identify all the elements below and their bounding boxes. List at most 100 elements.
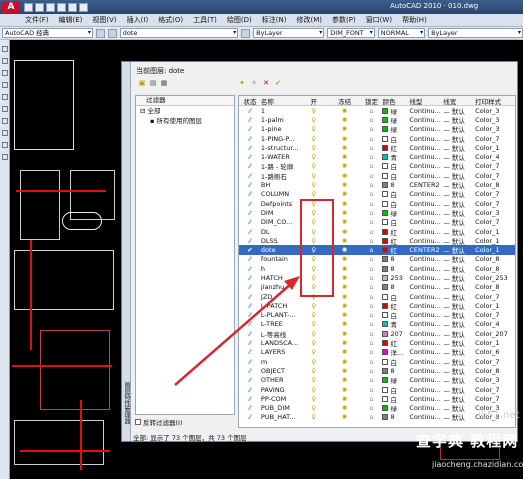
unlock-icon[interactable]: ⌂ bbox=[361, 274, 383, 282]
sun-icon[interactable]: ✺ bbox=[329, 181, 361, 189]
layer-name[interactable]: LANDSCA... bbox=[261, 339, 299, 347]
layer-linetype[interactable]: Continu... bbox=[409, 330, 443, 338]
layer-linetype[interactable]: Continu... bbox=[409, 153, 443, 161]
menu-item-11[interactable]: 帮助(H) bbox=[399, 15, 430, 25]
layer-plot-style[interactable]: Color_1 bbox=[475, 228, 515, 236]
sun-icon[interactable]: ✺ bbox=[329, 116, 361, 124]
layer-color[interactable]: 207 bbox=[382, 330, 409, 338]
new-file-icon[interactable] bbox=[24, 2, 33, 12]
layer-name[interactable]: 1-PING-P... bbox=[261, 135, 299, 143]
unlock-icon[interactable]: ⌂ bbox=[361, 125, 383, 133]
layer-manager-icon[interactable] bbox=[107, 28, 117, 38]
layer-row[interactable]: ⁄⁄ 1 ♀ ✺ ⌂ 绿 Continu... — 默认 Color_3 bbox=[239, 106, 515, 116]
lightbulb-icon[interactable]: ♀ bbox=[299, 162, 329, 170]
layer-row[interactable]: ✔ dote ♀ ✺ ⌂ 红 CENTER2— 默认 Color_1 bbox=[239, 245, 515, 255]
layer-color[interactable]: 8 bbox=[382, 283, 409, 291]
unlock-icon[interactable]: ⌂ bbox=[361, 358, 383, 366]
menu-item-8[interactable]: 修改(M) bbox=[293, 15, 325, 25]
lightbulb-icon[interactable]: ♀ bbox=[299, 339, 329, 347]
layer-linetype[interactable]: Continu... bbox=[409, 274, 443, 282]
new-layer-icon[interactable]: ✦ bbox=[238, 79, 246, 87]
layer-linetype[interactable]: Continu... bbox=[409, 265, 443, 273]
layer-name[interactable]: 1-路侧石 bbox=[261, 171, 299, 181]
sun-icon[interactable]: ✺ bbox=[329, 172, 361, 180]
layer-plot-style[interactable]: Color_7 bbox=[475, 200, 515, 208]
unlock-icon[interactable]: ⌂ bbox=[361, 311, 383, 319]
layer-linetype[interactable]: Continu... bbox=[409, 144, 443, 152]
unlock-icon[interactable]: ⌂ bbox=[361, 330, 383, 338]
state-manager-icon[interactable]: ▦ bbox=[160, 79, 168, 87]
invert-filter-checkbox[interactable] bbox=[135, 419, 141, 425]
lightbulb-icon[interactable]: ♀ bbox=[299, 330, 329, 338]
layer-linetype[interactable]: Continu... bbox=[409, 228, 443, 236]
layer-name[interactable]: OBJECT bbox=[261, 367, 299, 375]
sun-icon[interactable]: ✺ bbox=[329, 144, 361, 152]
layer-plot-style[interactable]: Color_8 bbox=[475, 283, 515, 291]
layer-linetype[interactable]: Continu... bbox=[409, 348, 443, 356]
rectangle-tool-icon[interactable] bbox=[2, 82, 8, 88]
lightbulb-icon[interactable]: ♀ bbox=[299, 395, 329, 403]
lightbulb-icon[interactable]: ♀ bbox=[299, 320, 329, 328]
menu-item-7[interactable]: 标注(N) bbox=[259, 15, 290, 25]
layer-plot-style[interactable]: Color_1 bbox=[475, 237, 515, 245]
layer-name[interactable]: 1-palm bbox=[261, 116, 299, 124]
sun-icon[interactable]: ✺ bbox=[329, 404, 361, 412]
layer-name[interactable]: PUB_DIM bbox=[261, 404, 299, 412]
sun-icon[interactable]: ✺ bbox=[329, 330, 361, 338]
col-plot-style[interactable]: 打印样式 bbox=[475, 96, 515, 106]
layer-name[interactable]: BH bbox=[261, 181, 299, 189]
layer-dropdown[interactable]: dote bbox=[119, 28, 239, 38]
layer-plot-style[interactable]: Color_7 bbox=[475, 172, 515, 180]
layer-linetype[interactable]: Continu... bbox=[409, 107, 443, 115]
layer-plot-style[interactable]: Color_7 bbox=[475, 358, 515, 366]
lightbulb-icon[interactable]: ♀ bbox=[299, 311, 329, 319]
lightbulb-icon[interactable]: ♀ bbox=[299, 153, 329, 161]
invert-filter[interactable]: 反转过滤器(I) bbox=[135, 417, 183, 427]
layer-plot-style[interactable]: Color_8 bbox=[475, 265, 515, 273]
filter-used-layers[interactable]: ▪ 所有使用的图层 bbox=[136, 116, 234, 126]
menu-item-6[interactable]: 绘图(D) bbox=[224, 15, 255, 25]
sun-icon[interactable]: ✺ bbox=[329, 358, 361, 366]
layer-linetype[interactable]: Continu... bbox=[409, 320, 443, 328]
lightbulb-icon[interactable]: ♀ bbox=[299, 413, 329, 421]
new-vp-frozen-layer-icon[interactable]: ✧ bbox=[250, 79, 258, 87]
layer-plot-style[interactable]: Color_7 bbox=[475, 135, 515, 143]
spline-tool-icon[interactable] bbox=[2, 118, 8, 124]
menu-item-1[interactable]: 编辑(E) bbox=[56, 15, 86, 25]
col-freeze[interactable]: 冻结 bbox=[329, 96, 361, 106]
layer-plot-style[interactable]: Color_1 bbox=[475, 144, 515, 152]
layer-row[interactable]: ⁄⁄ 1-palm ♀ ✺ ⌂ 绿 Continu... — 默认 Color_3 bbox=[239, 115, 515, 125]
layer-linetype[interactable]: Continu... bbox=[409, 190, 443, 198]
unlock-icon[interactable]: ⌂ bbox=[361, 135, 383, 143]
sun-icon[interactable]: ✺ bbox=[329, 339, 361, 347]
layer-linetype[interactable]: Continu... bbox=[409, 302, 443, 310]
layer-linetype[interactable]: Continu... bbox=[409, 293, 443, 301]
layer-plot-style[interactable]: Color_8 bbox=[475, 181, 515, 189]
polyline-tool-icon[interactable] bbox=[2, 58, 8, 64]
undo-icon[interactable] bbox=[57, 2, 66, 12]
layer-plot-style[interactable]: Color_3 bbox=[475, 376, 515, 384]
sun-icon[interactable]: ✺ bbox=[329, 135, 361, 143]
layer-row[interactable]: ⁄⁄ L-PATCH ♀ ✺ ⌂ 红 Continu... — 默认 Color_1 bbox=[239, 301, 515, 311]
lightbulb-icon[interactable]: ♀ bbox=[299, 144, 329, 152]
layer-plot-style[interactable]: Color_4 bbox=[475, 320, 515, 328]
unlock-icon[interactable]: ⌂ bbox=[361, 302, 383, 310]
lightbulb-icon[interactable]: ♀ bbox=[299, 172, 329, 180]
layer-linetype[interactable]: Continu... bbox=[409, 255, 443, 263]
menu-item-10[interactable]: 窗口(W) bbox=[363, 15, 395, 25]
layer-linetype[interactable]: Continu... bbox=[409, 311, 443, 319]
layer-color[interactable]: 红 bbox=[382, 245, 409, 255]
unlock-icon[interactable]: ⌂ bbox=[361, 228, 383, 236]
unlock-icon[interactable]: ⌂ bbox=[361, 237, 383, 245]
lightbulb-icon[interactable]: ♀ bbox=[299, 367, 329, 375]
layer-plot-style[interactable]: Color_7 bbox=[475, 218, 515, 226]
lightbulb-icon[interactable]: ♀ bbox=[299, 302, 329, 310]
layer-linetype[interactable]: Continu... bbox=[409, 135, 443, 143]
layer-linetype[interactable]: Continu... bbox=[409, 116, 443, 124]
unlock-icon[interactable]: ⌂ bbox=[361, 153, 383, 161]
layer-name[interactable]: DIM_CO... bbox=[261, 218, 299, 226]
save-icon[interactable] bbox=[46, 2, 55, 12]
layer-name[interactable]: PAVING bbox=[261, 386, 299, 394]
unlock-icon[interactable]: ⌂ bbox=[361, 218, 383, 226]
layer-row[interactable]: ⁄⁄ COLUMN ♀ ✺ ⌂ 白 Continu... — 默认 Color_7 bbox=[239, 190, 515, 199]
